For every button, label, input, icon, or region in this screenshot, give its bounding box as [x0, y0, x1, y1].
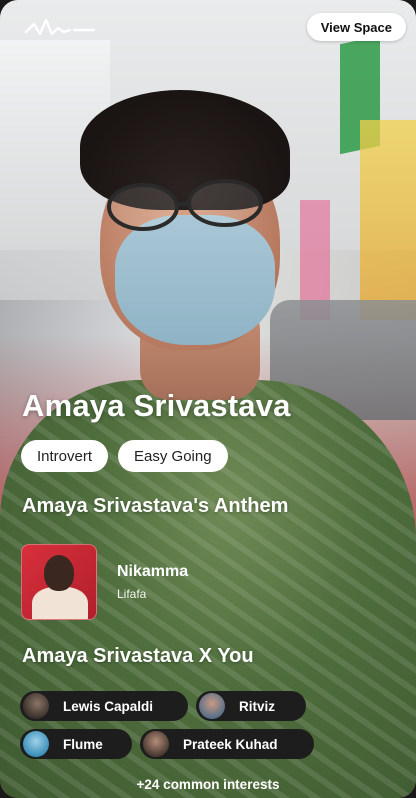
artist-chip-flume[interactable]: Flume	[20, 729, 132, 759]
soundwave-logo-icon	[24, 18, 96, 36]
photo-person-glasses	[107, 179, 263, 231]
artist-name: Prateek Kuhad	[183, 736, 278, 752]
common-interests-link[interactable]: +24 common interests	[0, 777, 416, 792]
artist-chip-prateek-kuhad[interactable]: Prateek Kuhad	[140, 729, 314, 759]
avatar	[23, 731, 49, 757]
avatar	[199, 693, 225, 719]
personality-tags: Introvert Easy Going	[21, 440, 228, 472]
photo-background-poster	[360, 120, 416, 320]
album-art-figure-head	[44, 555, 74, 591]
anthem-section-title: Amaya Srivastava's Anthem	[22, 495, 289, 517]
common-artists-list: Lewis Capaldi Ritviz Flume Prateek Kuhad	[20, 691, 400, 767]
artist-name: Ritviz	[239, 698, 276, 714]
artist-chip-lewis-capaldi[interactable]: Lewis Capaldi	[20, 691, 188, 721]
tag-easy-going: Easy Going	[118, 440, 228, 472]
artist-chip-ritviz[interactable]: Ritviz	[196, 691, 306, 721]
album-cover-image[interactable]	[21, 544, 97, 620]
artist-name: Lewis Capaldi	[63, 698, 154, 714]
avatar	[143, 731, 169, 757]
view-space-button[interactable]: View Space	[306, 13, 406, 41]
song-info: Nikamma Lifafa	[117, 563, 188, 601]
album-art-figure	[32, 587, 88, 619]
song-title: Nikamma	[117, 563, 189, 580]
avatar	[23, 693, 49, 719]
tag-introvert: Introvert	[21, 440, 109, 472]
profile-name: Amaya Srivastava	[22, 388, 291, 423]
song-artist: Lifafa	[117, 587, 147, 601]
profile-card: View Space Amaya Srivastava Introvert Ea…	[0, 0, 416, 798]
anthem-song[interactable]: Nikamma Lifafa	[21, 544, 188, 620]
artist-row: Flume Prateek Kuhad	[20, 729, 400, 759]
artist-row: Lewis Capaldi Ritviz	[20, 691, 400, 721]
artist-name: Flume	[63, 736, 103, 752]
common-section-title: Amaya Srivastava X You	[22, 645, 254, 667]
